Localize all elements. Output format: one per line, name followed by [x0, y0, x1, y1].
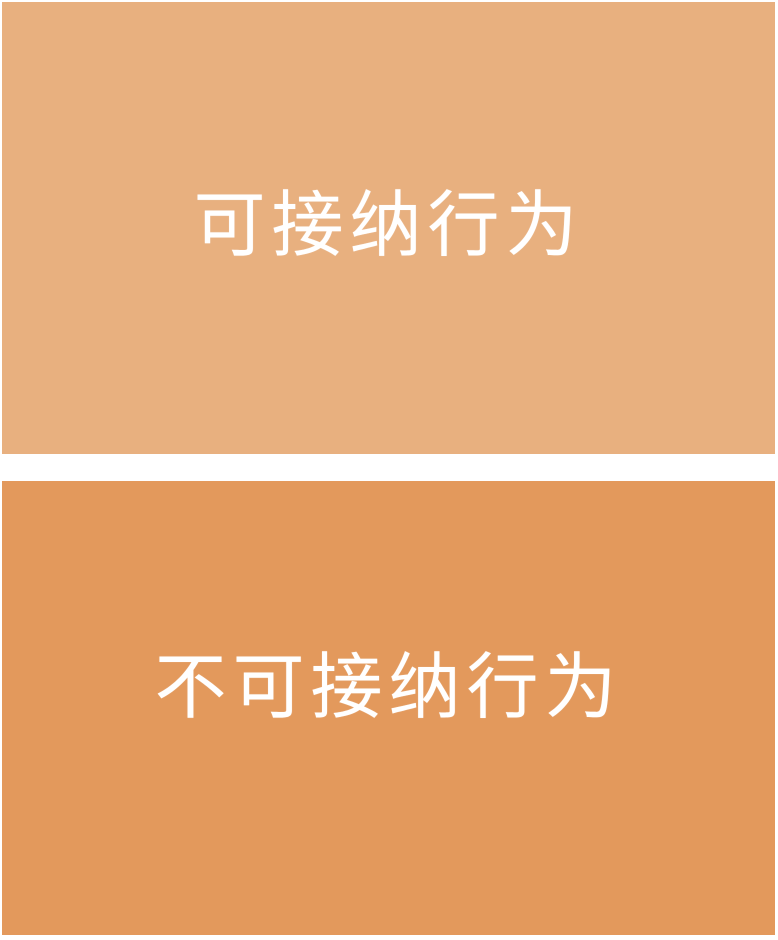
- acceptable-behavior-panel: 可接纳行为: [2, 2, 775, 454]
- acceptable-behavior-label: 可接纳行为: [193, 183, 584, 267]
- unacceptable-behavior-panel: 不可接纳行为: [2, 481, 775, 935]
- unacceptable-behavior-label: 不可接纳行为: [154, 645, 623, 729]
- page: 可接纳行为 不可接纳行为: [0, 0, 778, 940]
